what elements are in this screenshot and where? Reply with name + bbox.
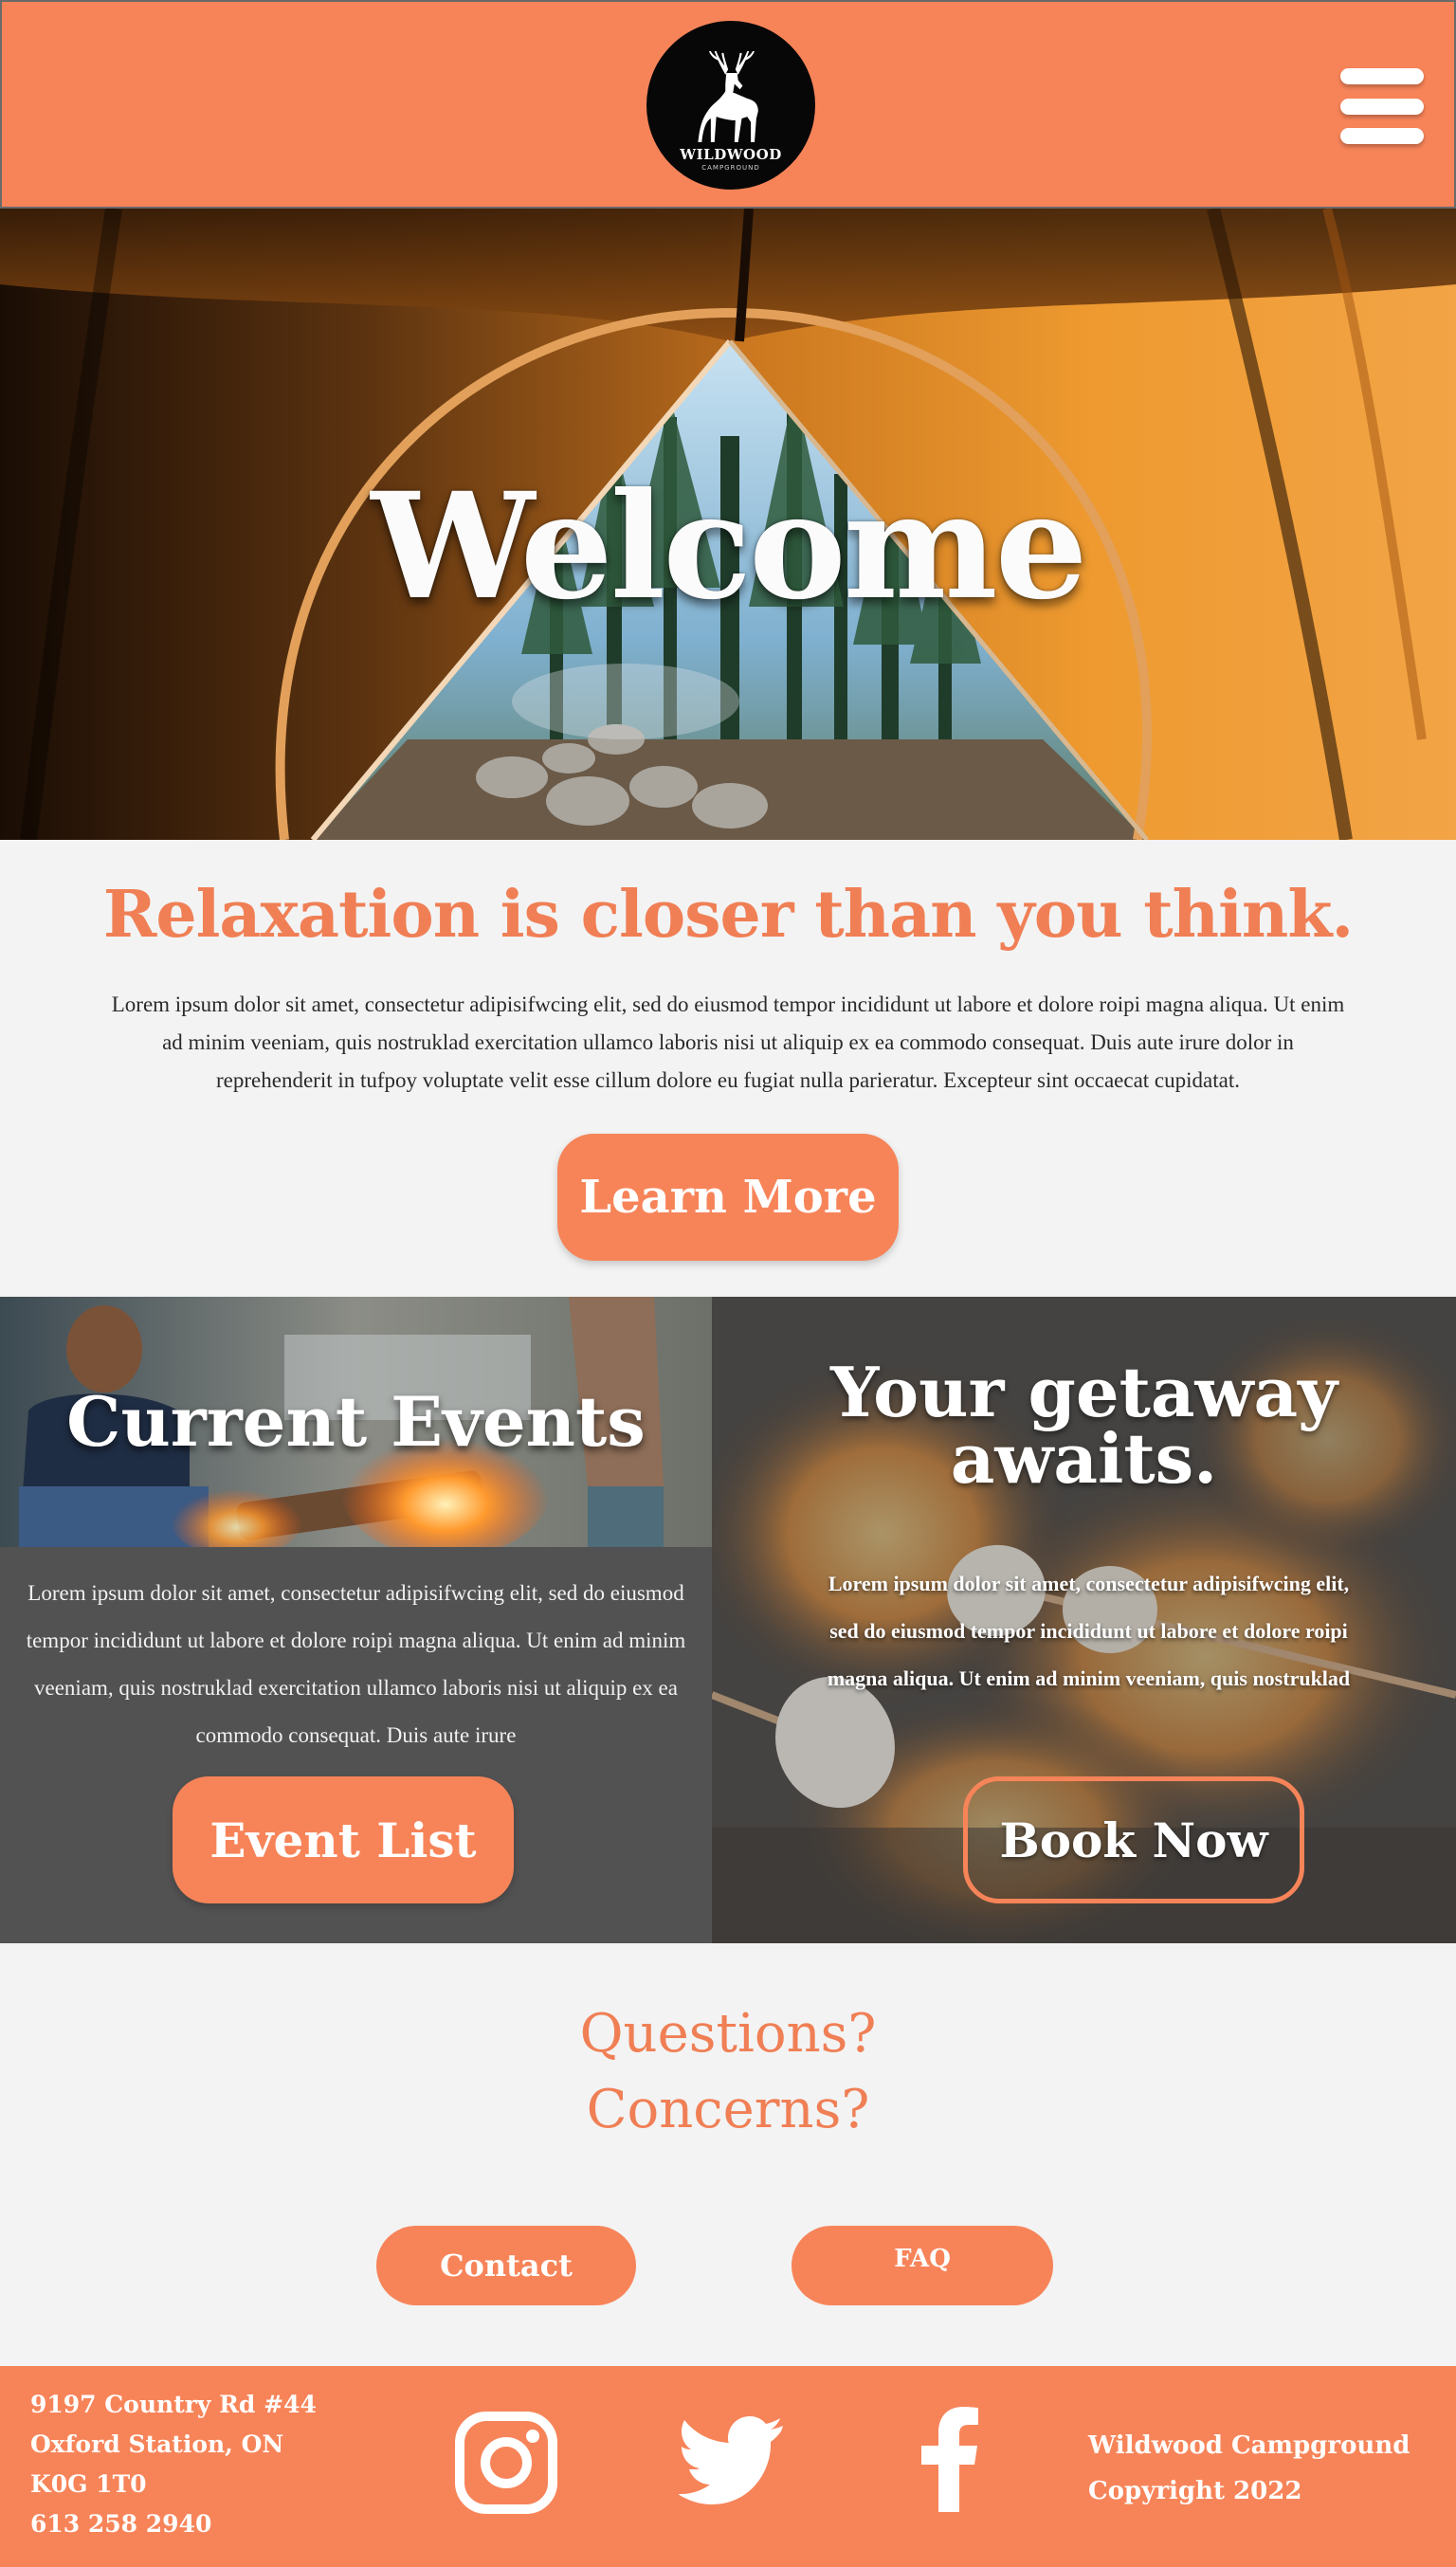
copyright-text: Copyright 2022 (1088, 2477, 1302, 2505)
address-postal: K0G 1T0 (30, 2470, 147, 2498)
events-paragraph: Lorem ipsum dolor sit amet, consectetur … (26, 1581, 686, 1747)
logo-name: WILDWOOD (680, 145, 782, 163)
book-now-button[interactable]: Book Now (963, 1776, 1304, 1903)
copyright-block: Wildwood Campground Copyright 2022 (1088, 2423, 1410, 2514)
twitter-icon[interactable] (679, 2415, 783, 2506)
questions-line: Questions? (579, 2003, 877, 2065)
logo-subtitle: CAMPGROUND (701, 163, 760, 172)
facebook-icon[interactable] (919, 2406, 980, 2512)
getaway-title: Your getaway awaits. (712, 1358, 1456, 1493)
getaway-section: Your getaway awaits. Lorem ipsum dolor s… (712, 1297, 1456, 1943)
intro-heading: Relaxation is closer than you think. (102, 877, 1354, 953)
hero-banner: Welcome (0, 209, 1456, 840)
current-events-section: Current Events Lorem ipsum dolor sit ame… (0, 1297, 712, 1943)
company-name: Wildwood Campground (1088, 2431, 1410, 2460)
learn-more-button[interactable]: Learn More (557, 1134, 899, 1261)
current-events-title: Current Events (66, 1381, 646, 1462)
deer-icon (698, 50, 758, 142)
faq-button[interactable]: FAQ (792, 2226, 1053, 2305)
getaway-paragraph: Lorem ipsum dolor sit amet, consectetur … (827, 1572, 1351, 1690)
questions-heading: Questions? Concerns? (0, 1996, 1456, 2148)
address-block: 9197 Country Rd #44 Oxford Station, ON K… (30, 2385, 317, 2544)
wildwood-logo[interactable]: WILDWOOD CAMPGROUND (646, 21, 815, 190)
address-city: Oxford Station, ON (30, 2430, 284, 2458)
site-header: WILDWOOD CAMPGROUND (0, 0, 1456, 209)
address-street: 9197 Country Rd #44 (30, 2391, 317, 2418)
contact-button[interactable]: Contact (376, 2226, 636, 2305)
event-list-button[interactable]: Event List (173, 1776, 514, 1903)
hamburger-menu-icon[interactable] (1340, 68, 1424, 144)
site-footer: 9197 Country Rd #44 Oxford Station, ON K… (0, 2366, 1456, 2567)
phone-number[interactable]: 613 258 2940 (30, 2504, 317, 2544)
getaway-title-line2: awaits. (950, 1418, 1218, 1499)
intro-paragraph: Lorem ipsum dolor sit amet, consectetur … (111, 992, 1345, 1092)
hero-title: Welcome (371, 461, 1087, 632)
instagram-icon[interactable] (455, 2412, 557, 2514)
concerns-line: Concerns? (586, 2079, 870, 2140)
